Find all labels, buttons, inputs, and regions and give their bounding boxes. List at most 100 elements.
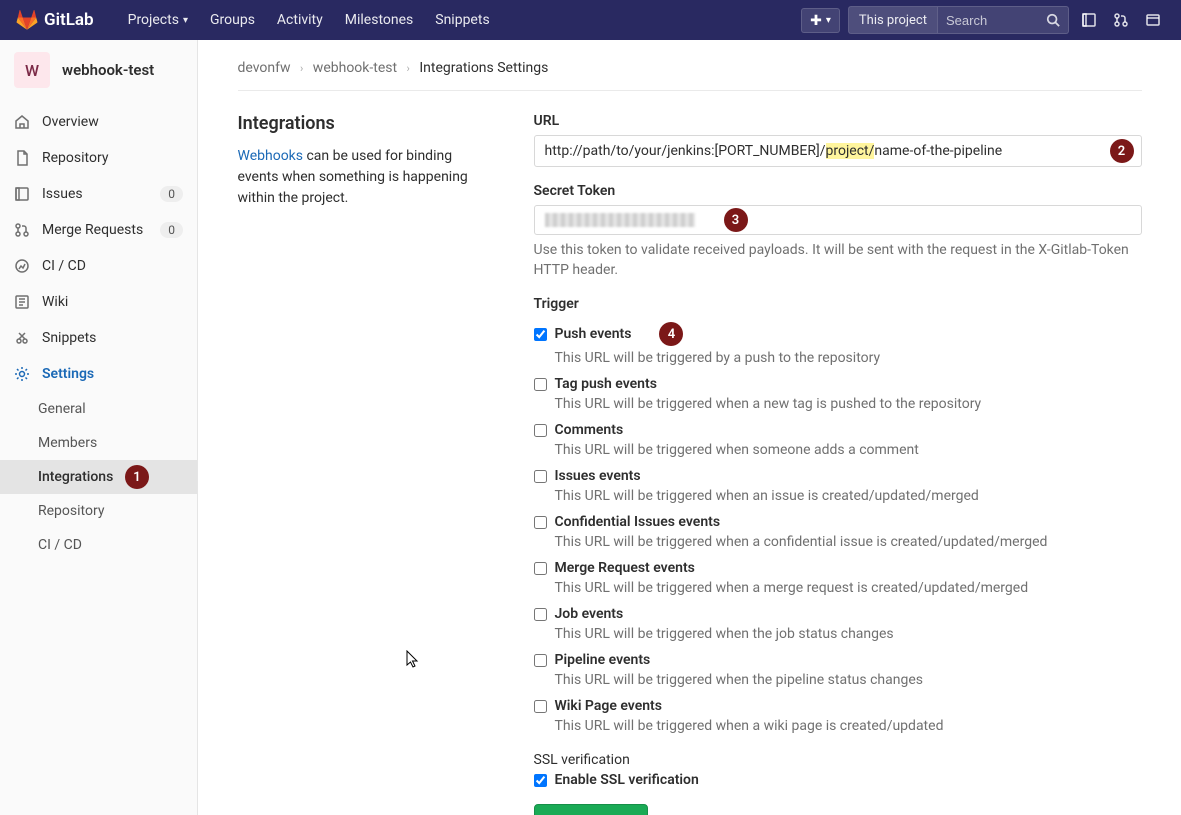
nav-milestones[interactable]: Milestones [337, 6, 422, 34]
url-highlight: project/ [826, 143, 875, 159]
nav-snippets[interactable]: Snippets [427, 6, 497, 34]
chevron-down-icon: ▾ [183, 15, 188, 26]
trigger-label: Confidential Issues events [555, 514, 721, 530]
trigger-item: Merge Request events This URL will be tri… [534, 560, 1142, 596]
trigger-label: Merge Request events [555, 560, 695, 576]
sidebar-subitem-ci-cd[interactable]: CI / CD [0, 528, 197, 562]
trigger-item: Push events 4 This URL will be triggered b… [534, 322, 1142, 366]
issues-icon [14, 186, 30, 202]
trigger-item: Job events This URL will be triggered whe… [534, 606, 1142, 642]
search-input[interactable] [938, 13, 1038, 28]
trigger-checkbox-comments[interactable] [534, 424, 547, 437]
trigger-item: Confidential Issues events This URL will … [534, 514, 1142, 550]
project-name: webhook-test [62, 61, 154, 79]
annotation-4: 4 [659, 322, 683, 346]
add-webhook-button[interactable]: Add webhook [534, 804, 649, 815]
sidebar-item-label: Issues [42, 186, 83, 202]
sidebar-subitem-general[interactable]: General [0, 392, 197, 426]
sidebar-item-issues[interactable]: Issues 0 [0, 176, 197, 212]
sidebar-item-settings[interactable]: Settings [0, 356, 197, 392]
trigger-checkbox-issues-events[interactable] [534, 470, 547, 483]
sidebar-item-label: Wiki [42, 294, 68, 310]
sidebar-item-repository[interactable]: Repository [0, 140, 197, 176]
trigger-checkbox-push-events[interactable] [534, 328, 547, 341]
chevron-right-icon: › [300, 62, 303, 75]
plus-icon: ✚ [810, 12, 822, 29]
count-badge: 0 [160, 222, 183, 238]
breadcrumb: devonfw › webhook-test › Integrations Se… [238, 56, 1142, 91]
gear-icon [14, 366, 30, 382]
trigger-item: Wiki Page eventsThis URL will be trigger… [534, 698, 1142, 734]
sidebar-item-snippets[interactable]: Snippets [0, 320, 197, 356]
secret-token-label: Secret Token [534, 183, 1142, 199]
token-help-text: Use this token to validate received payl… [534, 241, 1142, 280]
trigger-label: Push events [555, 326, 632, 342]
merge-requests-icon[interactable] [1109, 8, 1133, 32]
breadcrumb-root[interactable]: devonfw [238, 60, 291, 76]
nav-activity[interactable]: Activity [269, 6, 331, 34]
issues-icon[interactable] [1077, 8, 1101, 32]
sidebar-item-label: Snippets [42, 330, 96, 346]
trigger-description: This URL will be triggered by a push to … [555, 350, 1142, 366]
trigger-item: Issues eventsThis URL will be triggered … [534, 468, 1142, 504]
sidebar-item-label: CI / CD [42, 258, 86, 274]
annotation-3: 3 [724, 208, 748, 232]
sidebar-item-label: Settings [42, 366, 94, 382]
url-input[interactable]: http://path/to/your/jenkins:[PORT_NUMBER… [534, 135, 1142, 167]
project-header[interactable]: W webhook-test [0, 40, 197, 104]
webhooks-link[interactable]: Webhooks [238, 148, 304, 164]
tanuki-icon [16, 9, 38, 31]
todos-icon[interactable] [1141, 8, 1165, 32]
sidebar-subitem-members[interactable]: Members [0, 426, 197, 460]
annotation-1: 1 [125, 465, 149, 489]
search-scope[interactable]: This project [849, 7, 938, 33]
sidebar-subitem-repository[interactable]: Repository [0, 494, 197, 528]
trigger-description: This URL will be triggered when an issue… [555, 488, 1142, 504]
url-label: URL [534, 113, 1142, 129]
main-content: devonfw › webhook-test › Integrations Se… [198, 40, 1181, 815]
trigger-description: This URL will be triggered when a merge … [555, 580, 1142, 596]
trigger-item: Tag push eventsThis URL will be triggere… [534, 376, 1142, 412]
new-button[interactable]: ✚▾ [801, 8, 840, 33]
trigger-description: This URL will be triggered when a confid… [555, 534, 1142, 550]
home-icon [14, 114, 30, 130]
ssl-checkbox[interactable] [534, 774, 547, 787]
top-navbar: GitLab Projects▾ Groups Activity Milesto… [0, 0, 1181, 40]
section-title: Integrations [238, 113, 494, 134]
sidebar-subitem-integrations[interactable]: Integrations1 [0, 460, 197, 494]
trigger-checkbox-job-events[interactable] [534, 608, 547, 621]
sidebar-item-merge-requests[interactable]: Merge Requests0 [0, 212, 197, 248]
trigger-checkbox-confidential-issues-events[interactable] [534, 516, 547, 529]
sidebar-item-label: Repository [42, 150, 108, 166]
sidebar-item-label: Overview [42, 114, 99, 130]
trigger-label: Comments [555, 422, 624, 438]
trigger-checkbox-merge-request-events[interactable] [534, 562, 547, 575]
section-description: Webhooks can be used for binding events … [238, 146, 494, 209]
nav-groups[interactable]: Groups [202, 6, 263, 34]
sidebar-item-ci-cd[interactable]: CI / CD [0, 248, 197, 284]
trigger-checkbox-tag-push-events[interactable] [534, 378, 547, 391]
secret-token-input[interactable] [534, 205, 1142, 235]
trigger-label: Pipeline events [555, 652, 651, 668]
merge-icon [14, 222, 30, 238]
brand-text: GitLab [44, 10, 94, 30]
search-icon[interactable] [1038, 13, 1068, 27]
trigger-description: This URL will be triggered when a new ta… [555, 396, 1142, 412]
nav-projects[interactable]: Projects▾ [120, 6, 196, 34]
breadcrumb-project[interactable]: webhook-test [313, 60, 397, 76]
annotation-2: 2 [1110, 139, 1134, 163]
trigger-checkbox-wiki-page-events[interactable] [534, 700, 547, 713]
chevron-right-icon: › [407, 62, 410, 75]
sidebar-item-wiki[interactable]: Wiki [0, 284, 197, 320]
trigger-item: CommentsThis URL will be triggered when … [534, 422, 1142, 458]
trigger-label: Job events [555, 606, 624, 622]
gitlab-logo[interactable]: GitLab [16, 9, 94, 31]
count-badge: 0 [160, 186, 183, 202]
cicd-icon [14, 258, 30, 274]
snip-icon [14, 330, 30, 346]
trigger-label: Wiki Page events [555, 698, 662, 714]
trigger-description: This URL will be triggered when the job … [555, 626, 1142, 642]
trigger-checkbox-pipeline-events[interactable] [534, 654, 547, 667]
project-avatar: W [14, 52, 50, 88]
sidebar-item-overview[interactable]: Overview [0, 104, 197, 140]
